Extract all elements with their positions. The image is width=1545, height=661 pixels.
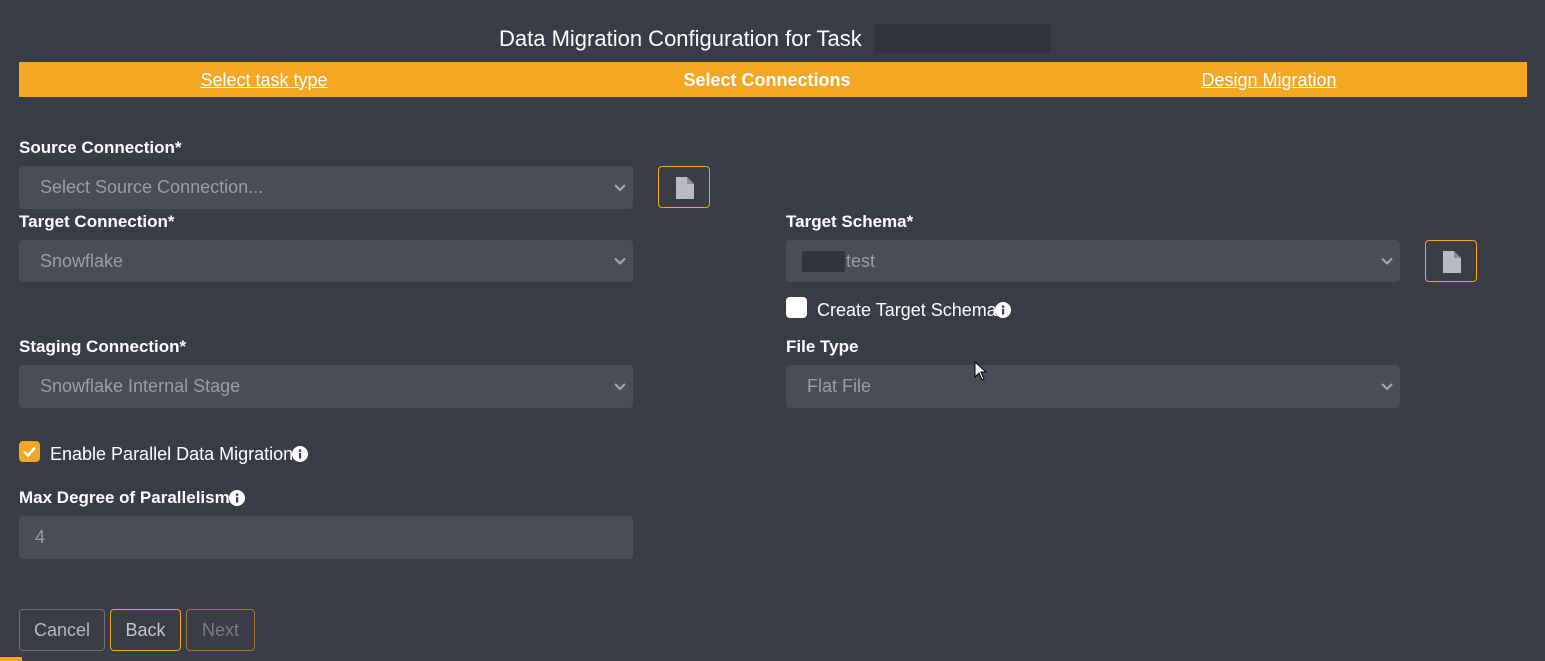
- step-select-connections: Select Connections: [683, 70, 851, 90]
- file-icon: [676, 177, 694, 199]
- step-select-task-type[interactable]: Select task type: [200, 62, 327, 97]
- next-button[interactable]: Next: [186, 609, 255, 651]
- file-type-select[interactable]: Flat File: [786, 365, 1400, 408]
- info-icon[interactable]: [995, 302, 1011, 318]
- mouse-cursor-icon: [974, 361, 987, 381]
- source-connection-placeholder: Select Source Connection...: [40, 177, 264, 197]
- source-connection-select[interactable]: Select Source Connection...: [19, 166, 633, 209]
- page-title: Data Migration Configuration for Task: [499, 26, 862, 51]
- target-connection-select[interactable]: Snowflake: [19, 240, 633, 282]
- chevron-down-icon: [614, 184, 626, 192]
- target-schema-label: Target Schema*: [786, 212, 914, 231]
- staging-connection-label: Staging Connection*: [19, 337, 187, 356]
- chevron-down-icon: [614, 383, 626, 391]
- info-icon[interactable]: [292, 446, 308, 462]
- file-type-value: Flat File: [807, 376, 872, 396]
- source-connection-label: Source Connection*: [19, 138, 182, 157]
- staging-connection-select[interactable]: Snowflake Internal Stage: [19, 365, 633, 408]
- max-parallelism-input[interactable]: 4: [19, 516, 633, 559]
- staging-connection-value: Snowflake Internal Stage: [40, 376, 241, 396]
- file-type-label: File Type: [786, 337, 859, 356]
- enable-parallel-label: Enable Parallel Data Migration: [50, 444, 294, 464]
- target-schema-file-button[interactable]: [1425, 240, 1477, 282]
- check-icon: [23, 446, 36, 458]
- chevron-down-icon: [614, 257, 626, 265]
- step-navigation: Select task type Select Connections Desi…: [19, 62, 1527, 97]
- max-parallelism-label: Max Degree of Parallelism: [19, 488, 230, 507]
- corner-accent: [0, 657, 22, 661]
- create-target-schema-label: Create Target Schema: [817, 300, 997, 320]
- target-connection-label: Target Connection*: [19, 212, 175, 231]
- file-icon: [1443, 251, 1461, 273]
- redacted-schema-prefix: [802, 251, 845, 272]
- step-design-migration[interactable]: Design Migration: [1201, 62, 1336, 97]
- back-button[interactable]: Back: [110, 609, 181, 651]
- create-target-schema-checkbox[interactable]: [786, 297, 807, 318]
- redacted-task-name: [875, 24, 1050, 53]
- enable-parallel-checkbox[interactable]: [19, 441, 40, 462]
- target-connection-value: Snowflake: [40, 251, 124, 271]
- info-icon[interactable]: [229, 490, 245, 506]
- chevron-down-icon: [1381, 257, 1393, 265]
- target-schema-select[interactable]: test: [786, 240, 1400, 282]
- target-schema-value: test: [846, 251, 876, 271]
- source-connection-file-button[interactable]: [658, 166, 710, 208]
- chevron-down-icon: [1381, 383, 1393, 391]
- cancel-button[interactable]: Cancel: [19, 609, 105, 651]
